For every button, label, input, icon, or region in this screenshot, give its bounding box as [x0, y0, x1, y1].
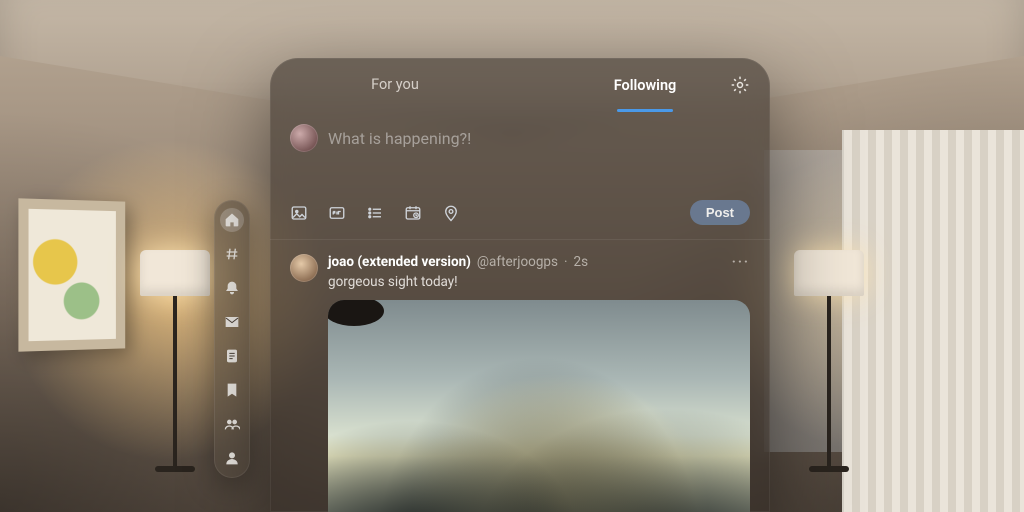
wall-art: [18, 198, 125, 351]
nav-home[interactable]: [220, 208, 244, 232]
nav-lists[interactable]: [224, 348, 240, 364]
post[interactable]: joao (extended version) @afterjoogps · 2…: [290, 254, 750, 512]
post-header: joao (extended version) @afterjoogps · 2…: [328, 254, 750, 270]
floor-lamp-left: [140, 250, 210, 472]
schedule-icon[interactable]: [404, 204, 422, 222]
app-window: For you Following What is happening?! Po…: [270, 58, 770, 512]
nav-communities[interactable]: [224, 416, 240, 432]
post-handle[interactable]: @afterjoogps: [477, 254, 558, 270]
poll-icon[interactable]: [366, 204, 384, 222]
curtain: [842, 130, 1024, 512]
nav-bookmarks[interactable]: [224, 382, 240, 398]
nav-notifications[interactable]: [224, 280, 240, 296]
gif-icon[interactable]: [328, 204, 346, 222]
post-display-name[interactable]: joao (extended version): [328, 254, 471, 270]
dot-separator: ·: [564, 254, 568, 270]
post-button[interactable]: Post: [690, 200, 750, 225]
composer-avatar[interactable]: [290, 124, 318, 152]
composer-input[interactable]: What is happening?!: [328, 129, 471, 148]
tab-for-you[interactable]: For you: [270, 58, 520, 112]
location-icon[interactable]: [442, 204, 460, 222]
image-icon[interactable]: [290, 204, 308, 222]
post-timestamp[interactable]: 2s: [574, 254, 589, 270]
nav-explore[interactable]: [224, 246, 240, 262]
post-image[interactable]: [328, 300, 750, 512]
floor-lamp-right: [794, 250, 864, 472]
settings-icon[interactable]: [730, 75, 750, 95]
nav-sidebar: [214, 200, 250, 478]
post-text: gorgeous sight today!: [328, 274, 750, 290]
composer-tools: [290, 204, 460, 222]
post-avatar[interactable]: [290, 254, 318, 282]
timeline-tabs: For you Following: [270, 58, 770, 112]
composer: What is happening?! Post: [270, 112, 770, 240]
nav-messages[interactable]: [224, 314, 240, 330]
feed: joao (extended version) @afterjoogps · 2…: [270, 240, 770, 512]
nav-profile[interactable]: [224, 450, 240, 466]
post-more-icon[interactable]: ···: [732, 254, 750, 270]
